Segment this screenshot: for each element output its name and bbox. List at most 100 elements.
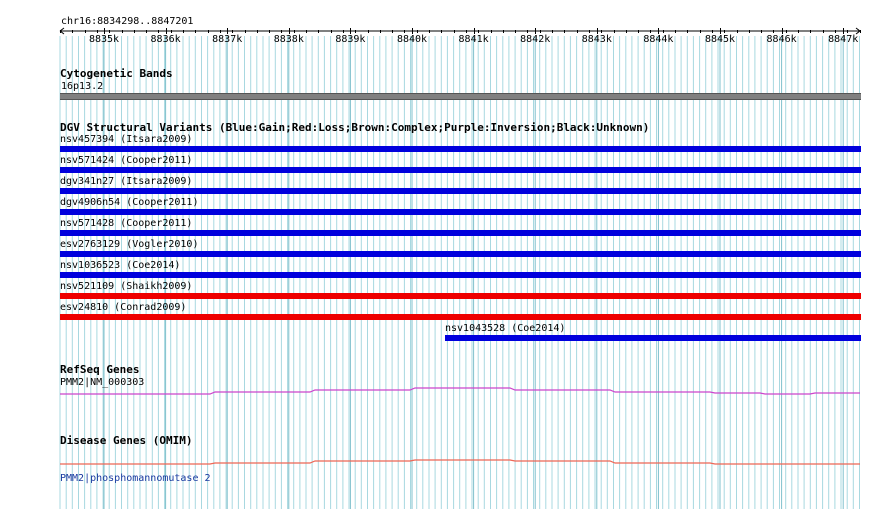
ruler-minor-tick	[711, 30, 713, 33]
ruler-minor-tick	[588, 30, 590, 33]
ruler-minor-tick	[638, 30, 640, 33]
omim-track-title: Disease Genes (OMIM)	[60, 434, 193, 447]
variant-label[interactable]: nsv571424 (Cooper2011)	[60, 155, 192, 166]
ruler-minor-tick	[392, 30, 394, 33]
ruler-tick-label: 8842k	[520, 34, 551, 45]
ruler-minor-tick	[133, 30, 135, 33]
cytoband-track-title: Cytogenetic Bands	[60, 67, 173, 80]
variant-label[interactable]: nsv457394 (Itsara2009)	[60, 134, 192, 145]
ruler-minor-tick	[232, 30, 234, 33]
ruler-minor-tick	[219, 30, 221, 33]
variant-label[interactable]: esv24810 (Conrad2009)	[60, 302, 186, 313]
variant-label[interactable]: esv2763129 (Vogler2010)	[60, 239, 198, 250]
cytoband-bar[interactable]	[60, 93, 861, 100]
ruler-minor-tick	[601, 30, 603, 33]
variant-bar[interactable]	[445, 335, 861, 341]
ruler-minor-tick	[60, 30, 61, 33]
ruler-minor-tick	[416, 30, 418, 33]
ruler-minor-tick	[773, 30, 775, 33]
ruler-minor-tick	[355, 30, 357, 33]
ruler-minor-tick	[564, 30, 566, 33]
variant-label[interactable]: nsv521109 (Shaikh2009)	[60, 281, 192, 292]
ruler-minor-tick	[527, 30, 529, 33]
ruler-minor-tick	[404, 30, 406, 33]
ruler-minor-tick	[429, 30, 430, 33]
ruler-tick-label: 8843k	[581, 34, 612, 45]
ruler-tick-label: 8840k	[396, 34, 428, 45]
variant-bar[interactable]	[60, 251, 861, 257]
ruler-minor-tick	[183, 30, 184, 33]
ruler-minor-tick	[490, 30, 492, 33]
ruler-minor-tick	[613, 30, 615, 33]
ruler-minor-tick	[785, 30, 787, 33]
ruler-minor-tick	[675, 30, 676, 33]
ruler-tick-label: 8844k	[643, 34, 674, 45]
ruler-minor-tick	[441, 30, 443, 33]
ruler-minor-tick	[306, 30, 307, 33]
ruler-tick-label: 8847k	[828, 34, 859, 45]
ruler-minor-tick	[736, 30, 738, 33]
refseq-gene-model[interactable]	[0, 380, 890, 400]
ruler-minor-tick	[478, 30, 480, 33]
ruler-minor-tick	[453, 30, 455, 33]
ruler-tick-label: 8838k	[273, 34, 304, 45]
ruler-minor-tick	[342, 30, 344, 33]
variant-bar[interactable]	[60, 209, 861, 215]
omim-gene-label[interactable]: PMM2|phosphomannomutase 2	[60, 473, 211, 484]
variant-bar[interactable]	[60, 272, 861, 278]
variant-label[interactable]: nsv1036523 (Coe2014)	[60, 260, 180, 271]
ruler-minor-tick	[109, 30, 111, 33]
variant-bar[interactable]	[60, 167, 861, 173]
ruler-minor-tick	[379, 30, 381, 33]
ruler-tick-label: 8841k	[458, 34, 489, 45]
ruler-minor-tick	[170, 30, 172, 33]
ruler-minor-tick	[244, 30, 246, 33]
ruler-minor-tick	[207, 30, 209, 33]
ruler-tick-label: 8839k	[335, 34, 366, 45]
ruler-tick-label: 8837k	[212, 34, 243, 45]
ruler-minor-tick	[502, 30, 504, 33]
ruler-minor-tick	[318, 30, 320, 33]
ruler-minor-tick	[195, 30, 197, 33]
ruler-minor-tick	[847, 30, 849, 33]
ruler-minor-tick	[859, 30, 861, 33]
ruler-minor-tick	[625, 30, 627, 33]
ruler-minor-tick	[552, 30, 553, 33]
ruler-minor-tick	[269, 30, 271, 33]
variant-bar[interactable]	[60, 188, 861, 194]
ruler-minor-tick	[748, 30, 750, 33]
variant-bar[interactable]	[60, 146, 861, 152]
ruler-minor-tick	[330, 30, 332, 33]
variant-label[interactable]: dgv341n27 (Itsara2009)	[60, 176, 192, 187]
ruler-tick-label: 8846k	[766, 34, 797, 45]
ruler-minor-tick	[576, 30, 578, 33]
variant-bar[interactable]	[60, 314, 861, 320]
ruler-minor-tick	[84, 30, 86, 33]
ruler-minor-tick	[146, 30, 148, 33]
ruler-minor-tick	[724, 30, 726, 33]
genome-browser-view: chr16:8834298..8847201 8835k 8836k 8837k 88…	[0, 0, 890, 509]
ruler-minor-tick	[810, 30, 812, 33]
variant-bar[interactable]	[60, 230, 861, 236]
ruler-minor-tick	[256, 30, 258, 33]
ruler-minor-tick	[515, 30, 517, 33]
ruler-minor-tick	[650, 30, 652, 33]
ruler-tick-label: 8836k	[150, 34, 181, 45]
ruler-tick-label: 8845k	[704, 34, 736, 45]
ruler-minor-tick	[834, 30, 836, 33]
variant-label[interactable]: nsv571428 (Cooper2011)	[60, 218, 192, 229]
ruler-minor-tick	[96, 30, 98, 33]
ruler-minor-tick	[822, 30, 824, 33]
refseq-track-title: RefSeq Genes	[60, 363, 140, 376]
dgv-track-title: DGV Structural Variants (Blue:Gain;Red:L…	[60, 121, 650, 134]
ruler-minor-tick	[293, 30, 295, 33]
variant-label[interactable]: nsv1043528 (Coe2014)	[445, 323, 565, 334]
cytoband-label[interactable]: 16p13.2	[61, 81, 103, 92]
variant-bar[interactable]	[60, 293, 861, 299]
variant-label[interactable]: dgv4906n54 (Cooper2011)	[60, 197, 198, 208]
ruler-minor-tick	[539, 30, 541, 33]
omim-gene-model[interactable]	[0, 455, 890, 471]
ruler-minor-tick	[465, 30, 467, 33]
ruler-minor-tick	[662, 30, 664, 33]
ruler-minor-tick	[158, 30, 160, 33]
